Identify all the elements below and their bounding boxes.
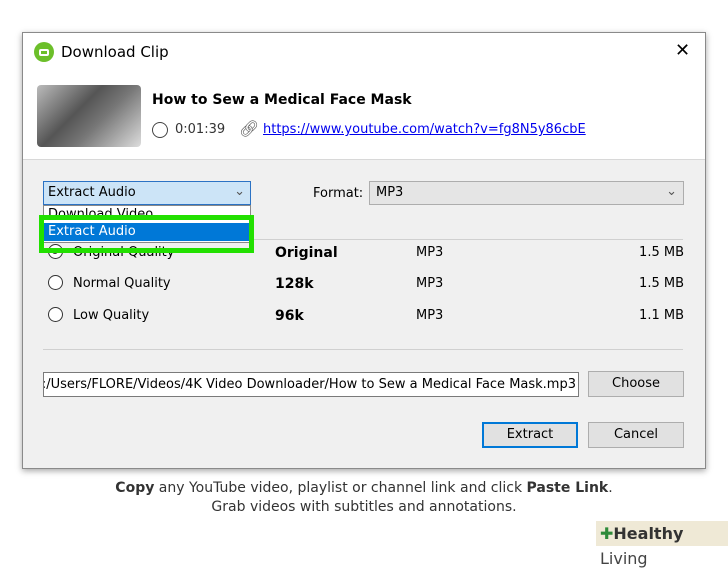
- dialog-header: Download Clip ✕ How to Sew a Medical Fac…: [23, 33, 705, 160]
- quality-format: MP3: [416, 308, 444, 323]
- quality-bitrate: 96k: [275, 308, 304, 324]
- chevron-down-icon: ⌄: [234, 184, 245, 199]
- app-logo-icon: [34, 42, 54, 62]
- footer-hint: Copy any YouTube video, playlist or chan…: [0, 480, 728, 515]
- video-thumbnail: [37, 85, 141, 147]
- mode-dropdown-value: Extract Audio: [48, 185, 136, 200]
- video-duration: 0:01:39: [175, 122, 226, 137]
- chevron-down-icon: ⌄: [666, 184, 677, 199]
- mode-dropdown[interactable]: Extract Audio ⌄: [43, 181, 251, 205]
- download-clip-dialog: Download Clip ✕ How to Sew a Medical Fac…: [22, 32, 706, 469]
- quality-size: 1.5 MB: [639, 276, 684, 291]
- quality-size: 1.5 MB: [639, 245, 684, 260]
- choose-button[interactable]: Choose: [588, 371, 684, 397]
- video-url-link[interactable]: https://www.youtube.com/watch?v=fg8N5y86…: [263, 122, 586, 137]
- output-path-input[interactable]: C:/Users/FLORE/Videos/4K Video Downloade…: [43, 372, 579, 397]
- link-icon: 🔗︎: [239, 119, 260, 138]
- separator: [43, 349, 683, 350]
- quality-bitrate: 128k: [275, 276, 314, 292]
- close-icon[interactable]: ✕: [675, 40, 690, 61]
- highlight-box: [39, 215, 254, 253]
- extract-button[interactable]: Extract: [482, 422, 578, 448]
- quality-row-normal[interactable]: Normal Quality 128k MP3 1.5 MB: [23, 271, 705, 297]
- radio-button[interactable]: [48, 307, 63, 322]
- hint-line2: Grab videos with subtitles and annotatio…: [211, 499, 517, 515]
- watermark-light: Living: [600, 549, 648, 568]
- quality-name: Normal Quality: [73, 276, 171, 291]
- quality-format: MP3: [416, 245, 444, 260]
- quality-size: 1.1 MB: [639, 308, 684, 323]
- right-edge: [706, 0, 728, 546]
- quality-row-low[interactable]: Low Quality 96k MP3 1.1 MB: [23, 303, 705, 329]
- clock-icon: [152, 122, 168, 138]
- hint-dot: .: [608, 480, 613, 496]
- healthy-living-watermark: ✚Healthy Living: [596, 521, 728, 568]
- format-dropdown-value: MP3: [376, 185, 404, 200]
- plus-leaf-icon: ✚: [600, 524, 614, 543]
- watermark-bold: Healthy: [613, 524, 684, 543]
- hint-paste-link: Paste Link: [526, 480, 609, 496]
- quality-format: MP3: [416, 276, 444, 291]
- video-title: How to Sew a Medical Face Mask: [152, 92, 412, 108]
- radio-button[interactable]: [48, 275, 63, 290]
- format-dropdown[interactable]: MP3 ⌄: [369, 181, 684, 205]
- dialog-title: Download Clip: [61, 43, 169, 61]
- cancel-button[interactable]: Cancel: [588, 422, 684, 448]
- quality-bitrate: Original: [275, 245, 338, 261]
- hint-copy: Copy: [115, 480, 155, 496]
- format-label: Format:: [313, 186, 364, 201]
- hint-text: any YouTube video, playlist or channel l…: [154, 480, 527, 496]
- output-path-value: C:/Users/FLORE/Videos/4K Video Downloade…: [43, 377, 576, 392]
- quality-name: Low Quality: [73, 308, 150, 323]
